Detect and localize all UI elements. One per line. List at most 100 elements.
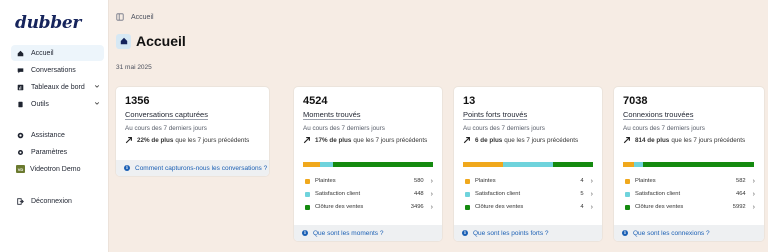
- chevron-right-icon: ›: [590, 190, 593, 198]
- legend-swatch: [305, 178, 310, 184]
- dashboard-icon: [17, 84, 24, 91]
- legend-label: Satisfaction client: [315, 191, 361, 197]
- legend-row[interactable]: Clôture des ventes 5992 ›: [623, 202, 755, 212]
- card-points-forts: 13 Points forts trouvés Au cours des 7 d…: [454, 87, 602, 241]
- breadcrumb: Accueil: [116, 13, 154, 21]
- chevron-down-icon: [94, 102, 100, 105]
- sidebar-item-label: Paramètres: [31, 148, 68, 156]
- bar-segment-plaintes: [303, 162, 320, 167]
- sidebar-item-accueil[interactable]: Accueil: [11, 45, 104, 61]
- card-footer-link[interactable]: i Que sont les connexions ?: [614, 225, 764, 241]
- trend-bold: 22% de plus: [137, 136, 174, 144]
- card-trend: 22% de plus que les 7 jours précédents: [125, 136, 249, 144]
- breadcrumb-current: Accueil: [131, 13, 154, 21]
- legend-swatch: [465, 178, 470, 184]
- sidebar-item-tableaux-de-bord[interactable]: Tableaux de bord: [11, 79, 104, 95]
- card-conversations: 1356 Conversations capturées Au cours de…: [116, 87, 269, 176]
- sidebar-item-outils[interactable]: Outils: [11, 96, 104, 112]
- home-icon: [116, 33, 131, 49]
- card-label[interactable]: Points forts trouvés: [463, 110, 527, 119]
- footer-label: Que sont les connexions ?: [633, 229, 710, 237]
- sidebar-item-label: Conversations: [31, 66, 76, 74]
- chevron-right-icon: ›: [752, 177, 755, 185]
- card-trend: 17% de plus que les 7 jours précédents: [303, 136, 427, 144]
- sidebar-item-videotron-demo[interactable]: VD Videotron Demo: [11, 161, 104, 177]
- card-number: 13: [463, 95, 476, 107]
- legend-swatch: [625, 191, 630, 197]
- assistance-icon: [17, 132, 24, 139]
- sidebar-item-label: Déconnexion: [31, 197, 72, 205]
- legend-value: 3496: [410, 204, 424, 210]
- vd-badge: VD: [16, 165, 25, 173]
- trend-up-icon: [125, 137, 132, 144]
- trend-bold: 17% de plus: [315, 136, 352, 144]
- card-trend: 814 de plus que les 7 jours précédents: [623, 136, 745, 144]
- footer-label: Que sont les moments ?: [313, 229, 384, 237]
- home-icon: [17, 50, 24, 57]
- legend-row[interactable]: Clôture des ventes 4 ›: [463, 202, 593, 212]
- gear-icon: [17, 149, 24, 156]
- distribution-bar: [463, 162, 593, 167]
- sidebar-item-label: Outils: [31, 100, 49, 108]
- card-footer-link[interactable]: i Comment capturons-nous les conversatio…: [116, 160, 269, 176]
- info-icon: i: [462, 230, 468, 236]
- sidebar-item-parametres[interactable]: Paramètres: [11, 144, 104, 160]
- legend-row[interactable]: Plaintes 4 ›: [463, 176, 593, 186]
- legend-row[interactable]: Plaintes 582 ›: [623, 176, 755, 186]
- date-label: 31 mai 2025: [116, 64, 152, 71]
- legend-row[interactable]: Clôture des ventes 3496 ›: [303, 202, 433, 212]
- bar-segment-cloture: [333, 162, 433, 167]
- distribution-bar: [623, 162, 754, 167]
- legend-swatch: [625, 204, 630, 210]
- legend-value: 580: [413, 178, 424, 184]
- dubber-logo[interactable]: dubber: [15, 13, 81, 33]
- legend-label: Clôture des ventes: [315, 204, 364, 210]
- sidebar-item-assistance[interactable]: Assistance: [11, 127, 104, 143]
- chevron-right-icon: ›: [430, 190, 433, 198]
- trend-up-icon: [463, 137, 470, 144]
- sidebar-item-label: Videotron Demo: [30, 165, 81, 173]
- chevron-right-icon: ›: [590, 203, 593, 211]
- sidebar-item-deconnexion[interactable]: Déconnexion: [11, 193, 104, 209]
- legend-row[interactable]: Satisfaction client 5 ›: [463, 189, 593, 199]
- chevron-right-icon: ›: [590, 177, 593, 185]
- legend-label: Plaintes: [635, 178, 656, 184]
- card-number: 7038: [623, 95, 648, 107]
- chevron-right-icon: ›: [430, 177, 433, 185]
- legend-row[interactable]: Satisfaction client 448 ›: [303, 189, 433, 199]
- card-footer-link[interactable]: i Que sont les moments ?: [294, 225, 442, 241]
- legend-label: Clôture des ventes: [635, 204, 684, 210]
- sidebar-item-label: Tableaux de bord: [31, 83, 85, 91]
- sidebar-item-label: Accueil: [31, 49, 54, 57]
- info-icon: i: [124, 165, 130, 171]
- card-label[interactable]: Connexions trouvées: [623, 110, 693, 119]
- legend-swatch: [305, 204, 310, 210]
- card-number: 1356: [125, 95, 150, 107]
- legend-swatch: [625, 178, 630, 184]
- legend-value: 5: [580, 191, 584, 197]
- info-icon: i: [302, 230, 308, 236]
- card-label[interactable]: Moments trouvés: [303, 110, 361, 119]
- legend-value: 4: [580, 204, 584, 210]
- legend-swatch: [305, 191, 310, 197]
- info-icon: i: [622, 230, 628, 236]
- card-moments: 4524 Moments trouvés Au cours des 7 dern…: [294, 87, 442, 241]
- sidebar-item-conversations[interactable]: Conversations: [11, 62, 104, 78]
- bar-segment-plaintes: [463, 162, 503, 167]
- distribution-bar: [303, 162, 433, 167]
- legend-label: Plaintes: [315, 178, 336, 184]
- card-label[interactable]: Conversations capturées: [125, 110, 208, 119]
- card-footer-link[interactable]: i Que sont les points forts ?: [454, 225, 602, 241]
- legend-label: Plaintes: [475, 178, 496, 184]
- trend-bold: 6 de plus: [475, 136, 503, 144]
- legend-value: 582: [735, 178, 746, 184]
- legend-row[interactable]: Satisfaction client 464 ›: [623, 189, 755, 199]
- layout-icon[interactable]: [116, 13, 124, 21]
- trend-up-icon: [623, 137, 630, 144]
- card-period: Au cours des 7 derniers jours: [303, 125, 385, 132]
- bar-segment-satisfaction: [634, 162, 643, 167]
- sidebar: dubber Accueil Conversations Tableaux de…: [0, 0, 109, 252]
- card-connexions: 7038 Connexions trouvées Au cours des 7 …: [614, 87, 764, 241]
- chevron-right-icon: ›: [430, 203, 433, 211]
- legend-row[interactable]: Plaintes 580 ›: [303, 176, 433, 186]
